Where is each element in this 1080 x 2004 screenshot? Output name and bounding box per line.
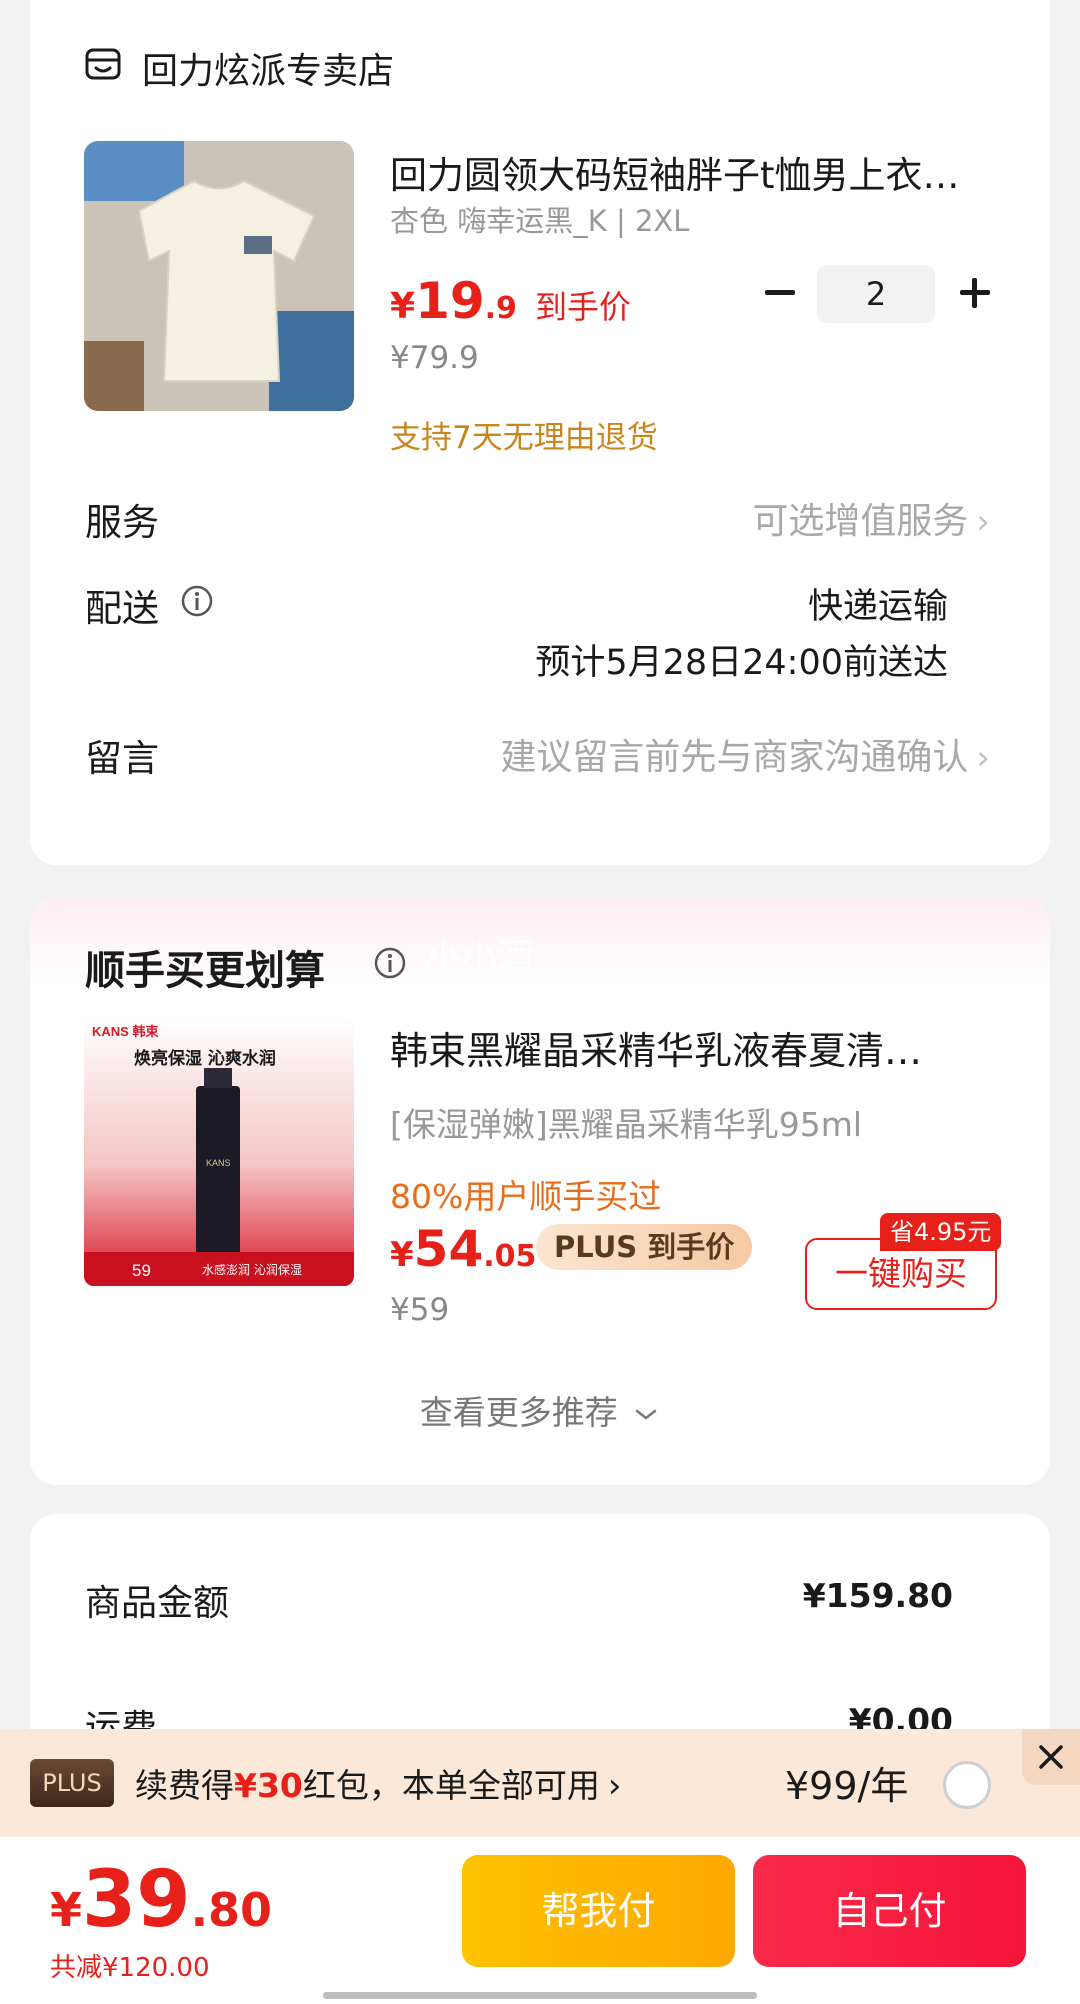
recommend-product-spec[interactable]: [保湿弹嫩]黑耀晶采精华乳95ml (390, 1098, 862, 1146)
summary-value-goods: ¥159.80 (802, 1576, 953, 1615)
message-row[interactable]: 建议留言前先与商家沟通确认 › (500, 728, 990, 780)
product-price: ¥19.9 到手价 (390, 272, 631, 330)
chevron-right-icon: › (976, 738, 990, 778)
price-decimal: .9 (484, 291, 517, 326)
recommend-product-title[interactable]: 韩束黑耀晶采精华乳液春夏清… (390, 1020, 990, 1075)
chevron-right-icon: › (976, 502, 990, 542)
delivery-label-text: 配送 (85, 587, 159, 630)
total-symbol: ¥ (50, 1883, 83, 1937)
self-pay-button[interactable]: 自己付 (753, 1855, 1026, 1967)
plus-icon[interactable] (950, 268, 1000, 318)
recommend-users-text: 80%用户顺手买过 (390, 1177, 662, 1216)
checkout-bar: ¥39.80 共减¥120.00 帮我付 自己付 (0, 1837, 1080, 2004)
price-integer: 54 (413, 1220, 484, 1278)
chevron-right-icon: › (607, 1766, 622, 1806)
help-pay-button[interactable]: 帮我付 (462, 1855, 735, 1967)
recommend-original-price: ¥59 (390, 1292, 450, 1328)
image-brand: KANS 韩束 (92, 1024, 159, 1039)
total-integer: 39 (82, 1855, 191, 1945)
service-value: 可选增值服务 (752, 501, 969, 542)
price-integer: 19 (415, 272, 485, 330)
store-name[interactable]: 回力炫派专卖店 (142, 42, 394, 94)
original-price: ¥79.9 (390, 340, 479, 376)
recommend-price: ¥54.05 (390, 1220, 536, 1278)
return-policy: 支持7天无理由退货 (390, 420, 658, 456)
info-icon[interactable] (180, 584, 214, 618)
plus-text-highlight: ¥30 (234, 1766, 303, 1805)
order-card: 回力炫派专卖店 回力圆领大码短袖胖子t恤男上衣… 杏色 嗨幸运黑_K | 2XL… (30, 0, 1050, 865)
see-more-recommendations[interactable]: 查看更多推荐 (30, 1386, 1050, 1434)
total-decimal: .80 (190, 1883, 273, 1937)
total-price: ¥39.80 (50, 1855, 272, 1945)
recommend-title: 顺手买更划算 (85, 938, 325, 996)
recommend-title-text: 顺手买更划算 (85, 948, 325, 994)
plus-logo: PLUS (30, 1759, 114, 1807)
image-slogan: 焕亮保湿 沁爽水润 (134, 1048, 276, 1069)
image-bottom-text: 水感澎润 沁润保湿 (202, 1262, 302, 1277)
delivery-eta: 预计5月28日24:00前送达 (535, 643, 948, 683)
recommend-product-image[interactable]: KANS 韩束 焕亮保湿 沁爽水润 KANS 59 水感澎润 沁润保湿 (84, 1016, 354, 1286)
store-icon (85, 48, 121, 80)
see-more-label: 查看更多推荐 (419, 1393, 618, 1432)
delivery-label: 配送 (85, 578, 159, 632)
message-label: 留言 (85, 737, 159, 780)
chevron-down-icon (636, 1409, 657, 1420)
price-label: 到手价 (534, 288, 631, 326)
price-symbol: ¥ (390, 1235, 414, 1275)
summary-label-goods: 商品金额 (85, 1583, 230, 1624)
price-symbol: ¥ (390, 286, 416, 327)
service-label: 服务 (85, 501, 159, 544)
watermark-text: 小小酒 (425, 937, 534, 978)
plus-renew-banner[interactable]: PLUS 续费得¥30红包，本单全部可用 › ¥99/年 (0, 1729, 1080, 1837)
recommend-card: 顺手买更划算 小小酒 KANS 韩束 焕亮保湿 沁爽水润 KANS 59 水感澎… (30, 898, 1050, 1485)
plus-price: ¥99/年 (785, 1764, 909, 1808)
price-decimal: .05 (483, 1239, 537, 1274)
plus-price-badge: PLUS 到手价 (536, 1224, 753, 1270)
message-placeholder: 建议留言前先与商家沟通确认 (500, 737, 969, 778)
total-discount: 共减¥120.00 (50, 1953, 210, 1983)
plus-select-radio[interactable] (943, 1761, 991, 1809)
info-icon[interactable] (373, 946, 407, 980)
image-bottle-text: KANS (206, 1158, 231, 1168)
close-banner-button[interactable] (1022, 1729, 1080, 1785)
close-icon (1039, 1745, 1063, 1769)
plus-text-prefix: 续费得 (135, 1766, 234, 1805)
save-tag: 省4.95元 (880, 1213, 1002, 1251)
product-image[interactable] (84, 141, 354, 411)
minus-icon[interactable] (755, 268, 805, 318)
quantity-value[interactable]: 2 (817, 265, 935, 323)
plus-text-suffix: 红包，本单全部可用 (302, 1766, 600, 1805)
plus-renew-text[interactable]: 续费得¥30红包，本单全部可用 › (135, 1759, 622, 1807)
home-indicator[interactable] (323, 1992, 757, 1999)
product-title[interactable]: 回力圆领大码短袖胖子t恤男上衣… (390, 145, 1010, 199)
product-spec[interactable]: 杏色 嗨幸运黑_K | 2XL (390, 198, 689, 240)
service-row[interactable]: 可选增值服务 › (752, 492, 990, 544)
image-bottom-price: 59 (132, 1261, 151, 1280)
delivery-method[interactable]: 快递运输 (808, 578, 948, 629)
